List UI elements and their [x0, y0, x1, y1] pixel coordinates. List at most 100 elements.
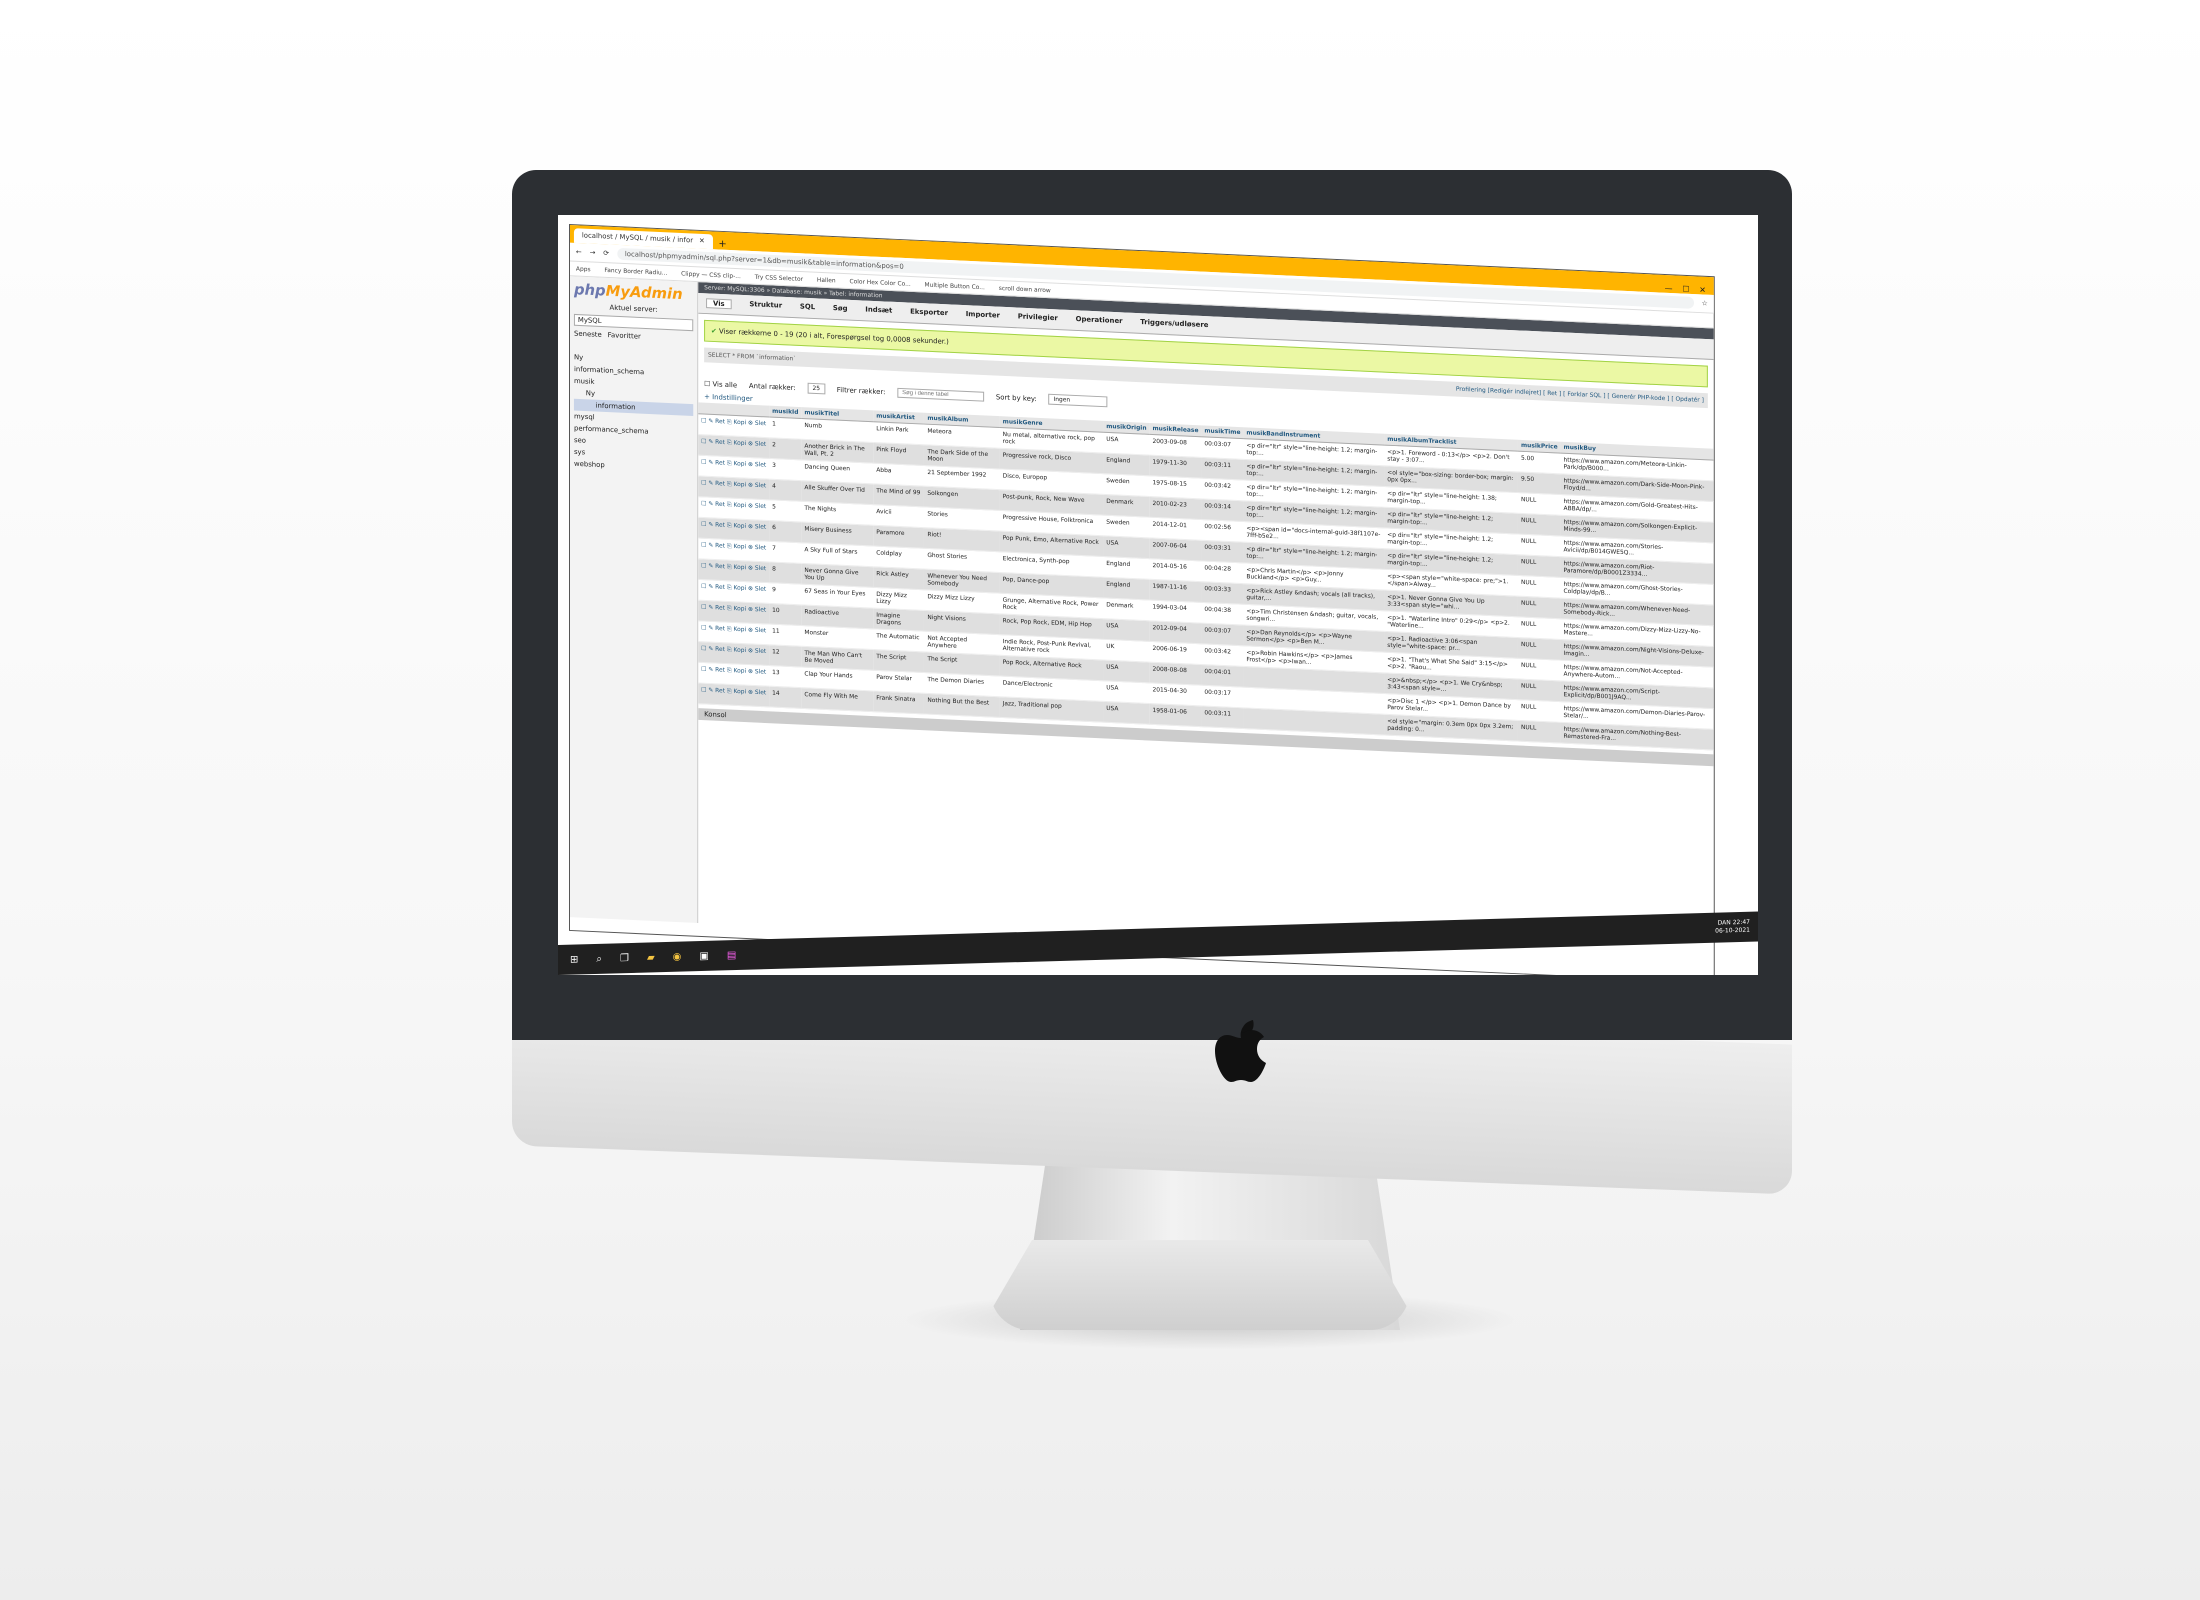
copy-button[interactable]: ⎘ Kopi [727, 501, 746, 509]
table-cell[interactable]: 2010-02-23 [1149, 496, 1202, 520]
table-cell[interactable]: UK [1103, 639, 1150, 663]
table-cell[interactable]: 2014-05-16 [1149, 558, 1202, 582]
table-cell[interactable]: 3 [769, 458, 802, 481]
table-cell[interactable]: 14 [769, 686, 802, 709]
recent-link[interactable]: Seneste [574, 330, 602, 339]
table-cell[interactable]: USA [1103, 701, 1150, 725]
edit-button[interactable]: ✎ Ret [708, 604, 725, 612]
copy-button[interactable]: ⎘ Kopi [727, 543, 746, 551]
table-cell[interactable]: The Script [873, 649, 925, 673]
delete-button[interactable]: ⊗ Slet [748, 523, 766, 531]
table-cell[interactable]: Come Fly With Me [801, 687, 874, 712]
table-cell[interactable]: Pink Floyd [873, 442, 925, 466]
tab-triggers[interactable]: Triggers/udløsere [1140, 318, 1208, 331]
copy-button[interactable]: ⎘ Kopi [727, 626, 746, 634]
table-cell[interactable]: 2012-09-04 [1149, 620, 1202, 644]
back-icon[interactable]: ← [576, 248, 582, 256]
table-cell[interactable]: 1975-08-15 [1149, 475, 1202, 499]
table-cell[interactable]: The Automatic [873, 628, 925, 652]
table-cell[interactable]: 6 [769, 520, 802, 543]
phpmyadmin-logo[interactable]: phpMyAdmin [574, 280, 693, 303]
table-cell[interactable]: 00:02:56 [1201, 519, 1244, 543]
search-icon[interactable]: ⌕ [596, 953, 602, 964]
table-cell[interactable]: Sweden [1103, 515, 1150, 538]
edit-button[interactable]: ✎ Ret [708, 500, 725, 508]
table-cell[interactable]: USA [1103, 680, 1150, 704]
edit-button[interactable]: ✎ Ret [708, 625, 725, 633]
delete-button[interactable]: ⊗ Slet [748, 627, 766, 635]
delete-button[interactable]: ⊗ Slet [748, 689, 766, 697]
table-cell[interactable]: NULL [1518, 699, 1561, 723]
copy-button[interactable]: ⎘ Kopi [727, 667, 746, 675]
copy-button[interactable]: ⎘ Kopi [727, 439, 746, 447]
edit-button[interactable]: ✎ Ret [708, 687, 725, 695]
table-cell[interactable]: 4 [769, 479, 802, 502]
edit-button[interactable]: ✎ Ret [708, 645, 725, 653]
table-cell[interactable]: 00:03:11 [1201, 457, 1244, 481]
bookmark-item[interactable]: Color Hex Color Co... [849, 278, 910, 288]
delete-button[interactable]: ⊗ Slet [748, 461, 766, 469]
edit-button[interactable]: ✎ Ret [708, 521, 725, 529]
table-cell[interactable]: 10 [769, 603, 802, 626]
sort-select[interactable]: Ingen [1048, 393, 1108, 408]
table-cell[interactable]: USA [1103, 432, 1150, 456]
reload-icon[interactable]: ⟳ [603, 249, 609, 257]
new-tab-icon[interactable]: + [719, 239, 727, 250]
language-indicator[interactable]: DAN [1718, 919, 1731, 926]
table-cell[interactable]: 2006-06-19 [1149, 641, 1202, 665]
server-select[interactable]: MySQL [573, 313, 694, 332]
tab-export[interactable]: Eksporter [910, 308, 948, 320]
table-cell[interactable]: NULL [1518, 492, 1561, 516]
bookmark-item[interactable]: Apps [576, 265, 591, 273]
copy-button[interactable]: ⎘ Kopi [727, 605, 746, 613]
table-cell[interactable]: England [1103, 556, 1150, 580]
table-cell[interactable]: Avicii [873, 504, 925, 528]
table-cell[interactable]: 00:03:42 [1201, 478, 1244, 501]
tab-privileges[interactable]: Privilegier [1018, 312, 1058, 324]
table-cell[interactable]: NULL [1518, 533, 1561, 557]
table-cell[interactable]: 9 [769, 582, 802, 605]
table-cell[interactable]: 2007-06-04 [1149, 537, 1202, 561]
table-cell[interactable]: 00:04:01 [1201, 664, 1244, 688]
table-cell[interactable]: Frank Sinatra [873, 690, 925, 714]
rows-select[interactable]: 25 [807, 382, 825, 395]
table-cell[interactable]: NULL [1518, 513, 1561, 536]
table-cell[interactable]: Linkin Park [873, 421, 925, 445]
table-cell[interactable]: 2008-08-08 [1149, 662, 1202, 686]
table-cell[interactable]: 00:03:42 [1201, 643, 1244, 667]
tab-import[interactable]: Importer [966, 310, 1000, 321]
forward-icon[interactable]: → [590, 249, 596, 257]
table-cell[interactable]: NULL [1518, 596, 1561, 619]
table-cell[interactable]: 1987-11-16 [1149, 579, 1202, 603]
table-cell[interactable]: Paramore [873, 525, 925, 549]
tab-operations[interactable]: Operationer [1076, 315, 1123, 327]
table-cell[interactable]: NULL [1518, 658, 1561, 681]
copy-button[interactable]: ⎘ Kopi [727, 584, 746, 592]
show-all-checkbox[interactable]: ☐ Vis alle [704, 380, 737, 389]
table-cell[interactable]: USA [1103, 660, 1150, 683]
edit-button[interactable]: ✎ Ret [708, 418, 725, 426]
bookmark-item[interactable]: Try CSS Selector [755, 273, 803, 282]
table-cell[interactable]: England [1103, 577, 1150, 600]
table-cell[interactable]: Rick Astley [873, 566, 925, 590]
table-cell[interactable]: 2003-09-08 [1149, 434, 1202, 458]
edit-button[interactable]: ✎ Ret [708, 563, 725, 571]
edit-button[interactable]: ✎ Ret [708, 438, 725, 446]
table-cell[interactable]: 11 [769, 624, 802, 647]
table-cell[interactable]: 1 [769, 416, 802, 440]
copy-button[interactable]: ⎘ Kopi [727, 522, 746, 530]
close-window-icon[interactable]: ✕ [1699, 285, 1706, 294]
table-cell[interactable]: Denmark [1103, 597, 1150, 621]
table-cell[interactable]: NULL [1518, 575, 1561, 599]
edit-button[interactable]: ✎ Ret [708, 542, 725, 550]
delete-button[interactable]: ⊗ Slet [748, 606, 766, 614]
table-cell[interactable]: USA [1103, 535, 1150, 559]
table-cell[interactable]: Abba [873, 463, 925, 487]
app-icon[interactable]: ▣ [699, 950, 708, 961]
delete-button[interactable]: ⊗ Slet [748, 564, 766, 572]
table-cell[interactable]: Imagine Dragons [873, 608, 925, 632]
copy-button[interactable]: ⎘ Kopi [727, 419, 746, 427]
table-cell[interactable]: 00:03:07 [1201, 623, 1244, 646]
table-cell[interactable]: 00:03:14 [1201, 498, 1244, 522]
table-cell[interactable]: 7 [769, 541, 802, 564]
